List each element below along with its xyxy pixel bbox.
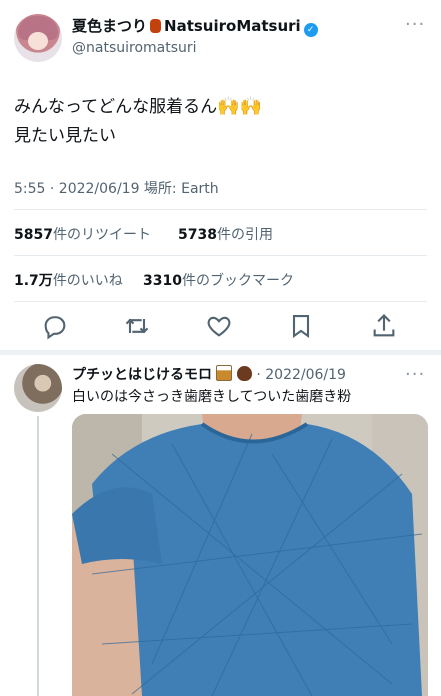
reply-icon[interactable]	[41, 312, 69, 340]
lantern-icon	[150, 19, 162, 33]
whisky-emoji	[216, 365, 233, 381]
bookmark-icon[interactable]	[287, 312, 315, 340]
bookmarks-count: 3310	[143, 273, 182, 289]
share-icon[interactable]	[370, 312, 398, 340]
divider	[14, 209, 427, 210]
likes-stat[interactable]: 1.7万件のいいね	[14, 270, 123, 290]
reply-more-options-icon[interactable]: ···	[405, 364, 425, 385]
quotes-stat[interactable]: 5738件の引用	[178, 224, 273, 244]
tweet-text: みんなってどんな服着るん🙌🙌 見たい見たい	[14, 92, 262, 151]
more-options-icon[interactable]: ···	[405, 14, 425, 35]
retweets-label: 件のリツイート	[52, 227, 151, 243]
quotes-count: 5738	[178, 227, 217, 243]
reply-photo[interactable]	[72, 414, 428, 696]
raised-hands-emoji: 🙌🙌	[217, 96, 262, 117]
section-divider	[0, 350, 441, 355]
author-avatar[interactable]	[14, 14, 62, 62]
likes-label: 件のいいね	[52, 273, 123, 289]
bookmarks-label: 件のブックマーク	[181, 273, 294, 289]
author-name[interactable]: 夏色まつり NatsuiroMatsuri ✓	[72, 15, 318, 37]
retweet-icon[interactable]	[123, 312, 151, 340]
tweet-text-line1: みんなってどんな服着るん	[14, 97, 218, 117]
reply-text: 白いのは今さっき歯磨きしてついた歯磨き粉	[72, 389, 352, 405]
quotes-label: 件の引用	[216, 227, 273, 243]
likes-count: 1.7万	[14, 273, 53, 289]
bookmarks-stat[interactable]: 3310件のブックマーク	[143, 270, 294, 290]
reply-author-avatar[interactable]	[14, 364, 62, 412]
avatar-face	[28, 32, 48, 50]
author-display-name: 夏色まつり	[72, 17, 148, 35]
reply-display-name: プチッとはじけるモロ	[72, 367, 212, 383]
chestnut-emoji	[236, 366, 252, 381]
retweets-count: 5857	[14, 227, 53, 243]
like-icon[interactable]	[205, 312, 233, 340]
verified-badge-icon: ✓	[303, 23, 318, 37]
tweet-timestamp[interactable]: 5:55 · 2022/06/19 場所: Earth	[14, 178, 219, 198]
author-handle[interactable]: @natsuiromatsuri	[72, 40, 197, 56]
action-bar	[0, 312, 441, 342]
divider	[14, 301, 427, 302]
reply-date: 2022/06/19	[265, 367, 346, 383]
thread-line	[37, 416, 39, 696]
author-display-name-en: NatsuiroMatsuri	[164, 17, 301, 35]
divider	[14, 255, 427, 256]
reply-header[interactable]: プチッとはじけるモロ · 2022/06/19	[72, 364, 346, 384]
retweets-stat[interactable]: 5857件のリツイート	[14, 224, 151, 244]
tweet-text-line2: 見たい見たい	[14, 126, 116, 146]
